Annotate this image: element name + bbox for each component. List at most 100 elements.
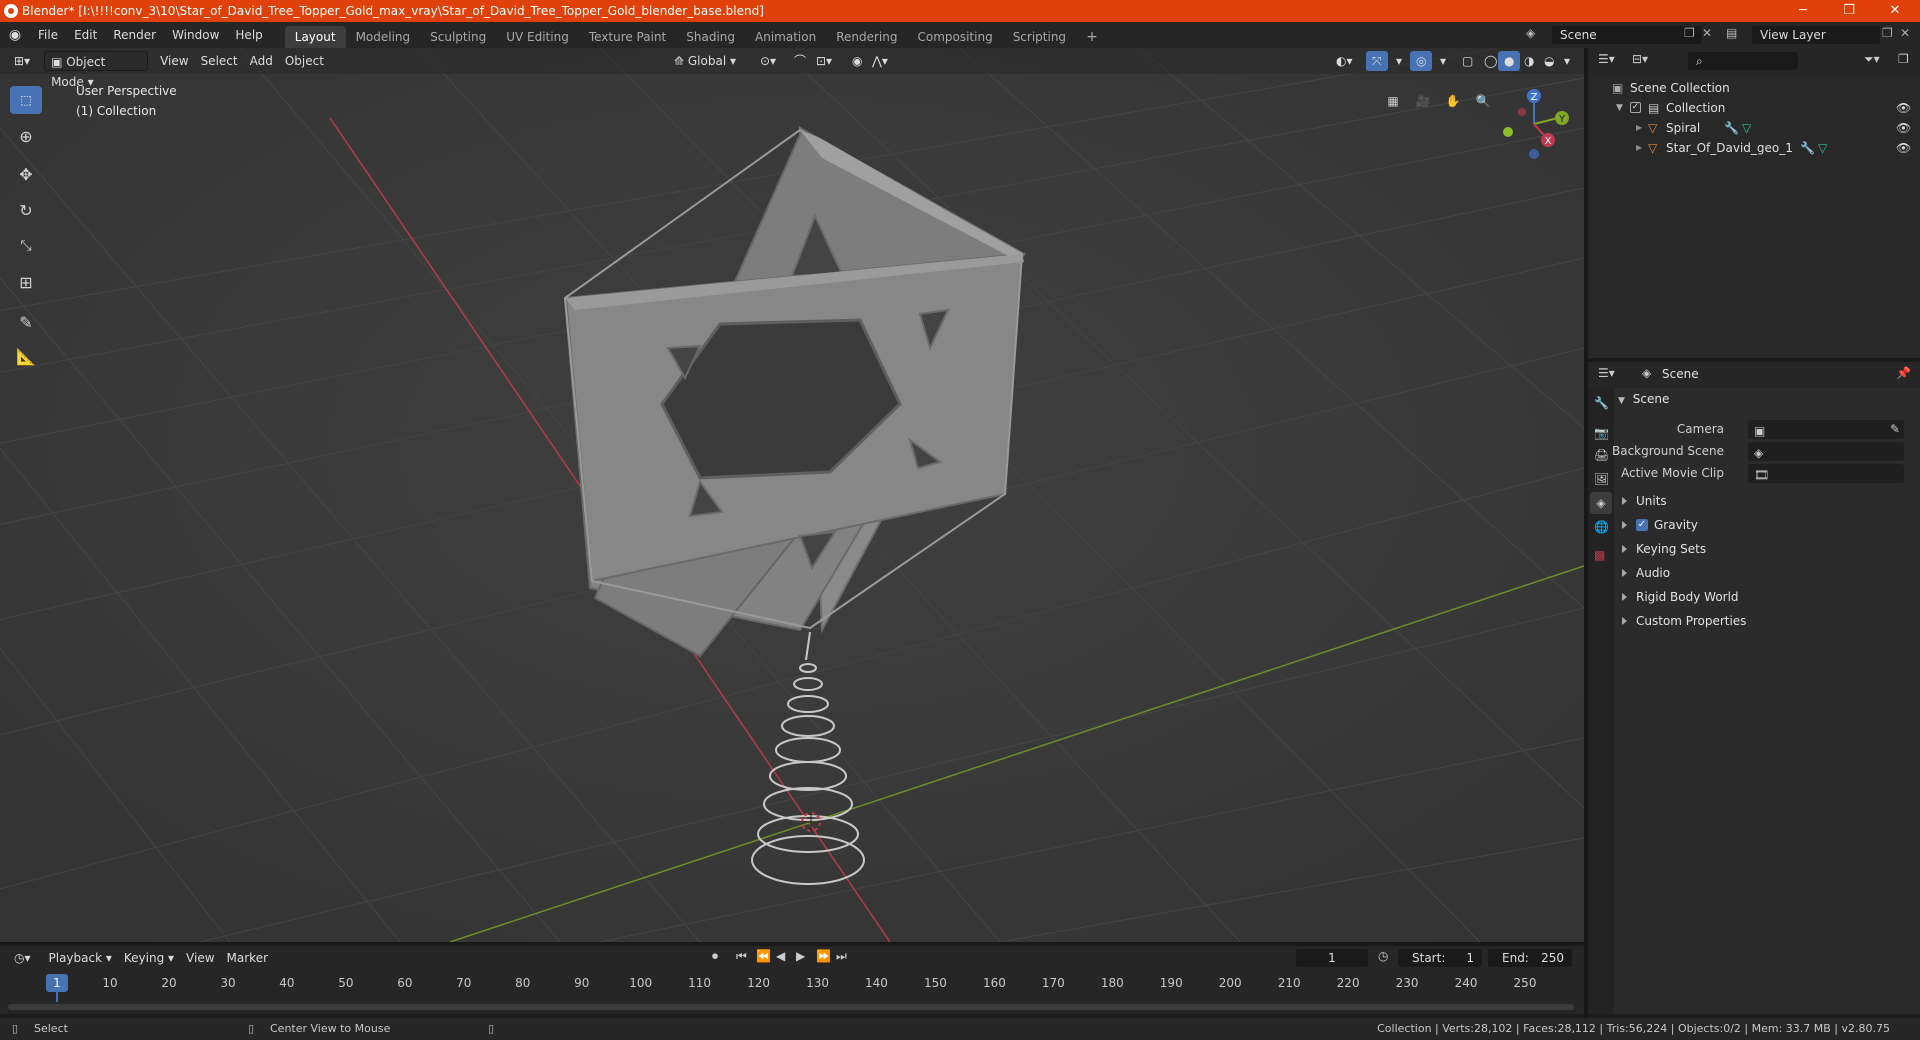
mode-selector[interactable]: ▣ Object Mode ▾	[44, 51, 149, 89]
maximize-button[interactable]: ❐	[1826, 0, 1872, 22]
tab-modeling[interactable]: Modeling	[346, 26, 421, 48]
scene-selector-icon[interactable]: ◈	[1526, 26, 1542, 42]
editor-type-icon[interactable]: ⊞▾	[8, 51, 36, 71]
texture-tab-icon[interactable]: ▩	[1594, 548, 1605, 562]
section-audio[interactable]: Audio	[1614, 562, 1920, 584]
zoom-icon[interactable]: 🔍	[1470, 88, 1496, 114]
tab-texture-paint[interactable]: Texture Paint	[579, 26, 676, 48]
navigation-gizmo[interactable]: Z Y X	[1496, 82, 1576, 162]
menu-render[interactable]: Render	[105, 22, 164, 48]
expand-spiral-icon[interactable]: ▶	[1636, 118, 1642, 138]
tab-scripting[interactable]: Scripting	[1003, 26, 1076, 48]
section-rigid-body-world[interactable]: Rigid Body World	[1614, 586, 1920, 608]
display-mode-icon[interactable]: ⊟▾	[1632, 52, 1648, 66]
world-tab-icon[interactable]: 🌐	[1594, 520, 1609, 534]
menu-add[interactable]: Add	[244, 51, 279, 71]
tab-rendering[interactable]: Rendering	[826, 26, 907, 48]
overlay-toggle-icon[interactable]: ◎	[1410, 51, 1433, 71]
pivot-point-icon[interactable]: ⊙▾	[754, 51, 782, 71]
falloff-icon[interactable]: ⋀▾	[866, 51, 894, 71]
3d-viewport[interactable]	[0, 48, 1584, 942]
tree-scene-collection[interactable]: ▣ Scene Collection	[1588, 78, 1920, 98]
pin-icon[interactable]: 📌	[1896, 366, 1911, 380]
new-scene-icon[interactable]: ❐	[1684, 26, 1695, 40]
snap-icon[interactable]: ⌒	[788, 51, 812, 71]
filter-icon[interactable]: ⏷▾	[1864, 52, 1880, 67]
active-movie-clip-field[interactable]: 🎞	[1748, 464, 1904, 483]
toggle-camera-grid-icon[interactable]: ▦	[1380, 88, 1406, 114]
remove-scene-icon[interactable]: ✕	[1702, 26, 1712, 40]
collection-checkbox[interactable]: ✓	[1630, 102, 1641, 113]
section-units[interactable]: Units	[1614, 490, 1920, 512]
rotate-tool[interactable]: ↻	[10, 196, 42, 224]
neg-x-axis-icon[interactable]	[1518, 108, 1526, 116]
menu-file[interactable]: File	[30, 22, 66, 48]
minimize-button[interactable]: ─	[1780, 0, 1826, 22]
eyedropper-icon[interactable]: ✎	[1890, 418, 1900, 440]
tree-object-spiral[interactable]: ▶ ▽ Spiral 🔧 ▽ 👁	[1588, 118, 1920, 138]
neg-y-axis-icon[interactable]	[1503, 127, 1513, 137]
xray-icon[interactable]: ▢	[1456, 51, 1479, 71]
transform-orientation-selector[interactable]: ⟰ Global ▾	[668, 51, 742, 71]
gizmo-toggle-icon[interactable]: ⤧	[1366, 51, 1388, 71]
tab-uv-editing[interactable]: UV Editing	[496, 26, 579, 48]
scale-tool[interactable]: ⤡	[10, 232, 42, 260]
properties-editor-icon[interactable]: ☰▾	[1598, 366, 1615, 380]
tab-shading[interactable]: Shading	[676, 26, 745, 48]
expand-collection-icon[interactable]: ▼	[1616, 98, 1623, 118]
collection-visibility-icon[interactable]: 👁	[1896, 98, 1911, 118]
menu-edit[interactable]: Edit	[66, 22, 105, 48]
menu-help[interactable]: Help	[227, 22, 270, 48]
measure-tool[interactable]: 📐	[10, 342, 42, 370]
star-visibility-icon[interactable]: 👁	[1896, 138, 1911, 158]
blender-menu-icon[interactable]: ◉	[0, 27, 30, 43]
annotate-tool[interactable]: ✎	[10, 308, 42, 336]
snap-target-icon[interactable]: ⊡▾	[810, 51, 838, 71]
neg-z-axis-icon[interactable]	[1529, 149, 1539, 159]
new-view-layer-icon[interactable]: ❐	[1882, 26, 1893, 40]
menu-object[interactable]: Object	[279, 51, 330, 71]
overlay-dropdown-icon[interactable]: ▾	[1434, 51, 1452, 71]
scene-field[interactable]: Scene	[1552, 26, 1702, 44]
menu-view[interactable]: View	[154, 51, 194, 71]
section-gravity[interactable]: ✓ Gravity	[1614, 514, 1920, 536]
visibility-icon[interactable]: ◐▾	[1330, 51, 1359, 71]
background-scene-field[interactable]: ◈	[1748, 442, 1904, 461]
tab-animation[interactable]: Animation	[745, 26, 826, 48]
tree-collection[interactable]: ▼ ✓ ▤ Collection 👁	[1588, 98, 1920, 118]
scene-tab-active-icon[interactable]: ◈	[1590, 492, 1612, 514]
add-workspace-icon[interactable]: +	[1076, 26, 1108, 48]
gizmo-dropdown-icon[interactable]: ▾	[1390, 51, 1408, 71]
playhead[interactable]: 1	[46, 974, 68, 992]
remove-view-layer-icon[interactable]: ✕	[1900, 26, 1910, 40]
shading-dropdown-icon[interactable]: ▾	[1558, 51, 1576, 71]
cursor-tool[interactable]: ⊕	[10, 122, 42, 150]
new-collection-icon[interactable]: ❐	[1898, 52, 1909, 66]
menu-window[interactable]: Window	[164, 22, 227, 48]
section-custom-properties[interactable]: Custom Properties	[1614, 610, 1920, 632]
transform-tool[interactable]: ⊞	[10, 268, 42, 296]
scene-panel-header[interactable]: ▼ Scene	[1618, 392, 1669, 406]
timeline-scrollbar[interactable]	[8, 1004, 1574, 1010]
menu-select[interactable]: Select	[195, 51, 244, 71]
tab-compositing[interactable]: Compositing	[907, 26, 1002, 48]
tree-object-star[interactable]: ▶ ▽ Star_Of_David_geo_1 🔧 ▽ 👁	[1588, 138, 1920, 158]
camera-field[interactable]: ▣	[1748, 420, 1904, 439]
outliner-editor-icon[interactable]: ☰▾	[1598, 52, 1615, 66]
close-button[interactable]: ✕	[1872, 0, 1918, 22]
gravity-checkbox[interactable]: ✓	[1636, 519, 1648, 531]
view-layer-icon[interactable]: ▤	[1726, 26, 1737, 40]
tab-sculpting[interactable]: Sculpting	[420, 26, 496, 48]
select-box-tool[interactable]: ⬚	[10, 86, 42, 114]
tool-tab-icon[interactable]: 🔧	[1594, 396, 1609, 410]
tab-layout[interactable]: Layout	[284, 26, 346, 48]
camera-view-icon[interactable]: 🎥	[1410, 88, 1436, 114]
vertical-splitter[interactable]	[1584, 48, 1588, 1018]
section-keying-sets[interactable]: Keying Sets	[1614, 538, 1920, 560]
expand-star-icon[interactable]: ▶	[1636, 138, 1642, 158]
view-layer-field[interactable]: View Layer	[1752, 26, 1880, 44]
spiral-visibility-icon[interactable]: 👁	[1896, 118, 1911, 138]
pan-hand-icon[interactable]: ✋	[1440, 88, 1466, 114]
horizontal-splitter[interactable]	[1588, 358, 1920, 362]
move-tool[interactable]: ✥	[10, 160, 42, 188]
